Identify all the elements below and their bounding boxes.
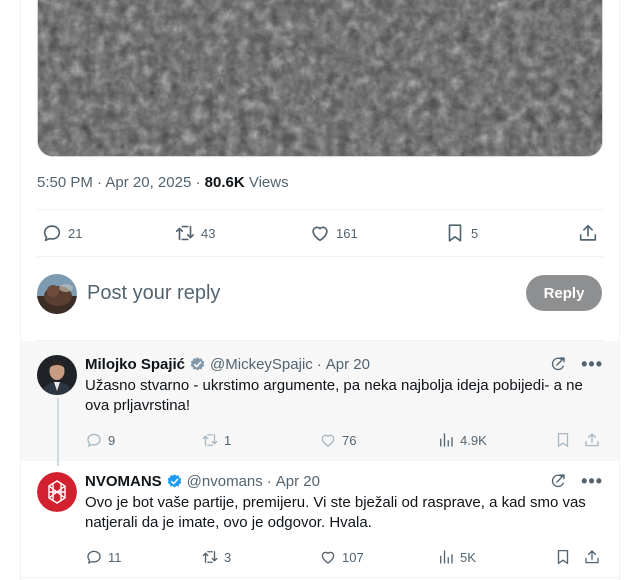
- like-icon: [321, 434, 335, 447]
- reply-count: 11: [108, 549, 122, 565]
- reply-count: 21: [68, 225, 83, 241]
- repost-button[interactable]: 1: [201, 429, 231, 451]
- user-handle[interactable]: @nvomans: [187, 473, 263, 490]
- verified-icon: [190, 357, 205, 371]
- grok-icon[interactable]: [549, 355, 567, 373]
- reply-item[interactable]: NVOMANS @nvomans · Apr 20 ••• Ovo je bot…: [37, 472, 603, 572]
- display-name[interactable]: Milojko Spajić: [85, 356, 185, 373]
- bookmark-icon: [448, 224, 462, 242]
- share-button[interactable]: [583, 546, 601, 568]
- header-separator: ·: [316, 356, 322, 373]
- bookmark-icon: [557, 549, 569, 565]
- reply-button[interactable]: 11: [85, 546, 122, 568]
- grok-icon[interactable]: [549, 472, 567, 490]
- share-button[interactable]: [583, 429, 601, 451]
- reply-avatar[interactable]: [37, 355, 77, 395]
- reply-tools: •••: [549, 472, 603, 490]
- repost-icon: [202, 434, 218, 446]
- reply-input[interactable]: Post your reply: [87, 282, 220, 305]
- views-icon: [440, 433, 453, 447]
- like-count: 107: [342, 549, 364, 565]
- repost-count: 3: [224, 549, 232, 565]
- tweet-date[interactable]: Apr 20, 2025: [105, 174, 191, 191]
- reply-icon: [43, 225, 61, 242]
- reply-header: Milojko Spajić @MickeySpajic · Apr 20: [85, 356, 370, 373]
- share-button[interactable]: [577, 210, 599, 256]
- reply-count: 9: [108, 432, 116, 448]
- like-count: 76: [342, 432, 357, 448]
- media-texture: [38, 0, 602, 156]
- tweet-action-bar: 21 43 161 5: [37, 210, 603, 256]
- reply-date[interactable]: Apr 20: [276, 473, 320, 490]
- reply-action-bar: 11 3 107 5K: [85, 546, 603, 568]
- reply-icon: [87, 433, 101, 447]
- repost-icon: [202, 551, 218, 563]
- bookmark-count: 5: [471, 225, 479, 241]
- bookmark-button[interactable]: [554, 429, 572, 451]
- share-icon: [585, 550, 599, 564]
- like-button[interactable]: 76: [319, 429, 356, 451]
- reply-item[interactable]: Milojko Spajić @MickeySpajic · Apr 20 ••…: [37, 355, 603, 460]
- tweet-time[interactable]: 5:50 PM: [37, 174, 93, 191]
- like-icon: [312, 226, 328, 242]
- reply-avatar[interactable]: [37, 472, 77, 512]
- user-handle[interactable]: @MickeySpajic: [210, 356, 313, 373]
- like-button[interactable]: 107: [319, 546, 364, 568]
- bookmark-button[interactable]: [554, 546, 572, 568]
- reply-submit-button[interactable]: Reply: [526, 275, 602, 311]
- bookmark-icon: [557, 432, 569, 448]
- more-icon[interactable]: •••: [581, 472, 603, 490]
- reply-text: Ovo je bot vaše partije, premijeru. Vi s…: [85, 494, 586, 531]
- more-icon[interactable]: •••: [581, 355, 603, 373]
- repost-count: 1: [224, 432, 232, 448]
- avatar-image: [37, 274, 77, 314]
- reply-composer: Post your reply Reply: [37, 274, 603, 316]
- reply-button[interactable]: 21: [41, 210, 82, 256]
- repost-count: 43: [201, 225, 216, 241]
- tweet-media-image[interactable]: [37, 0, 603, 157]
- meta-separator: ·: [195, 174, 201, 191]
- repost-button[interactable]: 43: [174, 210, 215, 256]
- views-count: 80.6K: [204, 174, 245, 191]
- meta-separator: ·: [97, 174, 103, 191]
- repost-icon: [175, 225, 195, 241]
- like-button[interactable]: 161: [309, 210, 358, 256]
- views-count: 5K: [460, 549, 476, 565]
- divider: [21, 577, 619, 578]
- like-count: 161: [336, 225, 358, 241]
- reply-header: NVOMANS @nvomans · Apr 20: [85, 473, 320, 490]
- reply-text: Užasno stvarno - ukrstimo argumente, pa …: [85, 377, 583, 414]
- header-separator: ·: [266, 473, 272, 490]
- views-icon: [440, 550, 453, 564]
- divider: [37, 256, 603, 257]
- reply-icon: [87, 550, 101, 564]
- views-button[interactable]: 5K: [437, 546, 476, 568]
- reply-tools: •••: [549, 355, 603, 373]
- like-icon: [321, 551, 335, 564]
- display-name[interactable]: NVOMANS: [85, 473, 162, 490]
- share-icon: [585, 433, 599, 447]
- avatar-image: [37, 472, 77, 512]
- verified-icon: [167, 474, 181, 488]
- share-icon: [579, 224, 597, 241]
- views-button[interactable]: 4.9K: [437, 429, 487, 451]
- reply-date[interactable]: Apr 20: [326, 356, 370, 373]
- bookmark-button[interactable]: 5: [444, 210, 478, 256]
- avatar-image: [37, 355, 77, 395]
- views-label: Views: [248, 174, 289, 191]
- reply-action-bar: 9 1 76 4.9K: [85, 429, 603, 451]
- current-user-avatar[interactable]: [37, 274, 77, 314]
- repost-button[interactable]: 3: [201, 546, 231, 568]
- reply-button[interactable]: 9: [85, 429, 115, 451]
- tweet-meta: 5:50 PM · Apr 20, 2025 · 80.6K Views: [37, 174, 289, 191]
- views-count: 4.9K: [460, 432, 487, 448]
